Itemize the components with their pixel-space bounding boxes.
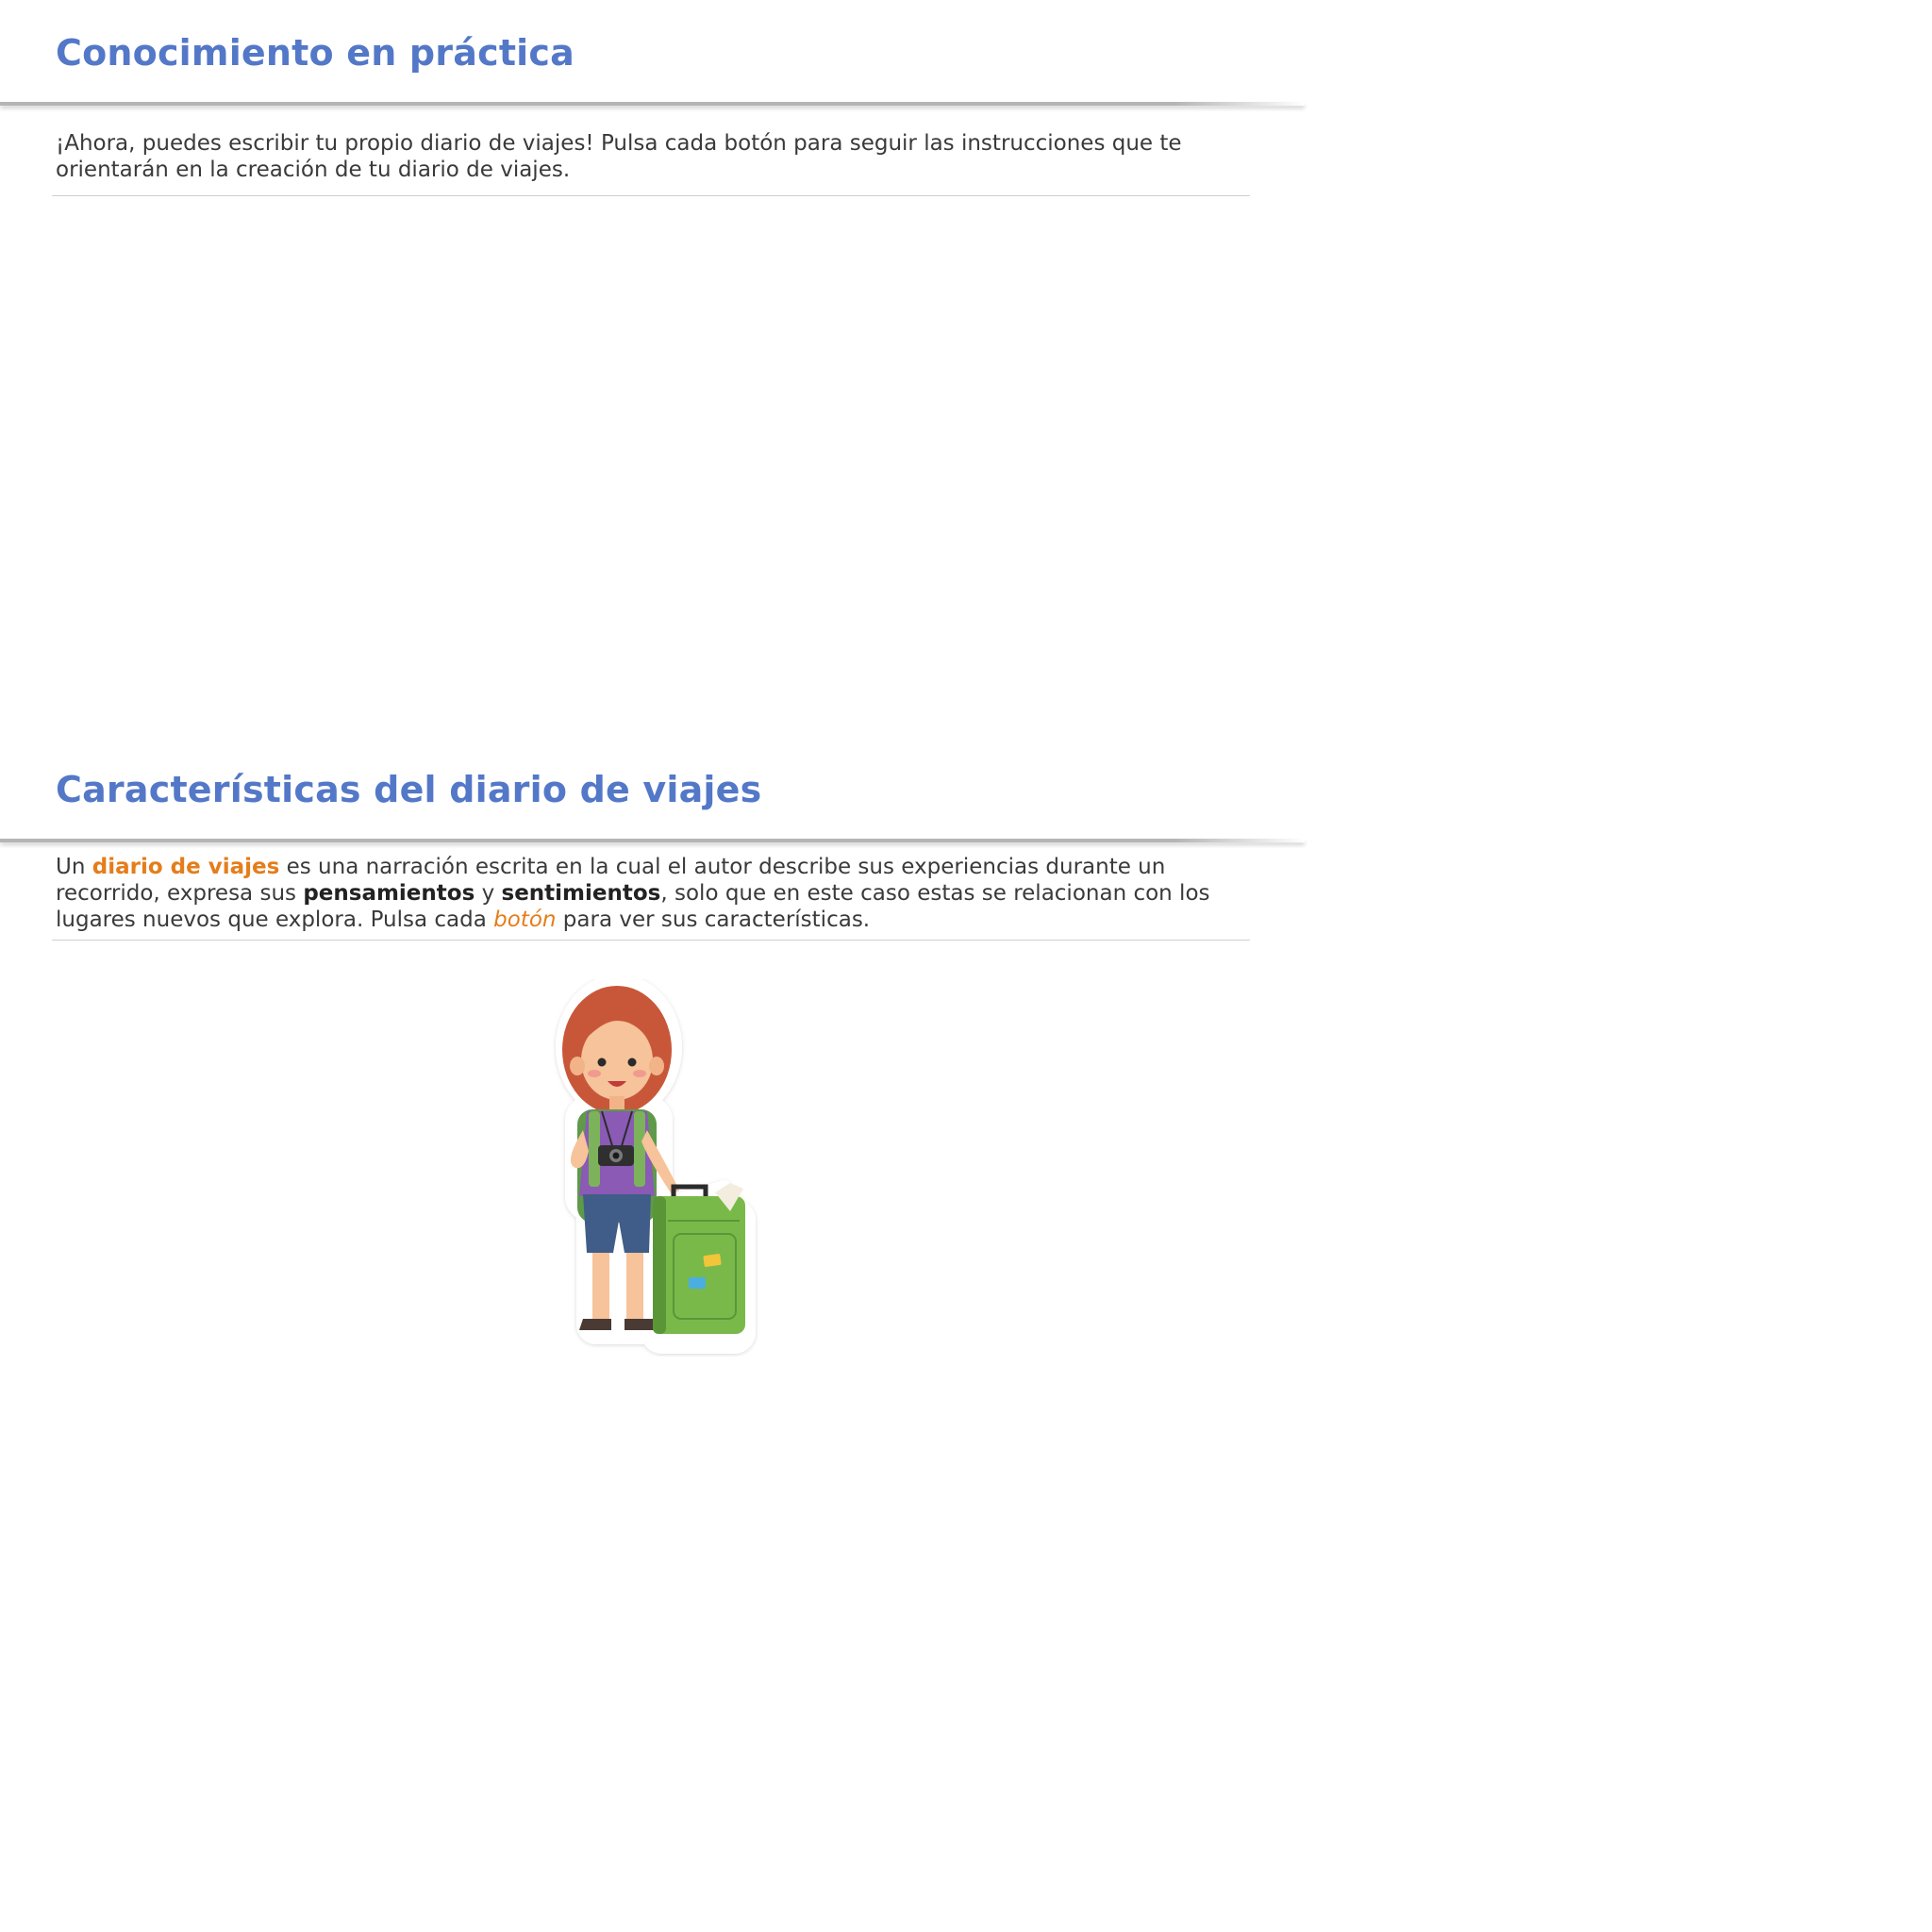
intro-paragraph: ¡Ahora, puedes escribir tu propio diario…: [56, 131, 1182, 182]
section-divider: [0, 839, 1305, 842]
highlight-term: diario de viajes: [92, 855, 280, 879]
highlight-italic: botón: [493, 908, 557, 932]
bold-term: sentimientos: [501, 881, 661, 906]
description-paragraph: Un diario de viajes es una narración esc…: [56, 854, 1263, 933]
section-title-caracteristicas: Características del diario de viajes: [56, 769, 762, 810]
paragraph-divider: [52, 195, 1250, 196]
section-divider: [0, 102, 1305, 106]
text-fragment: para ver sus características.: [556, 908, 871, 932]
text-fragment: Un: [56, 855, 92, 879]
section-title-conocimiento: Conocimiento en práctica: [56, 32, 575, 74]
text-fragment: y: [475, 881, 502, 906]
bold-term: pensamientos: [303, 881, 475, 906]
page: Conocimiento en práctica ¡Ahora, puedes …: [0, 0, 1932, 1932]
paragraph-divider: [52, 940, 1250, 941]
traveler-girl-icon: [556, 979, 756, 1354]
